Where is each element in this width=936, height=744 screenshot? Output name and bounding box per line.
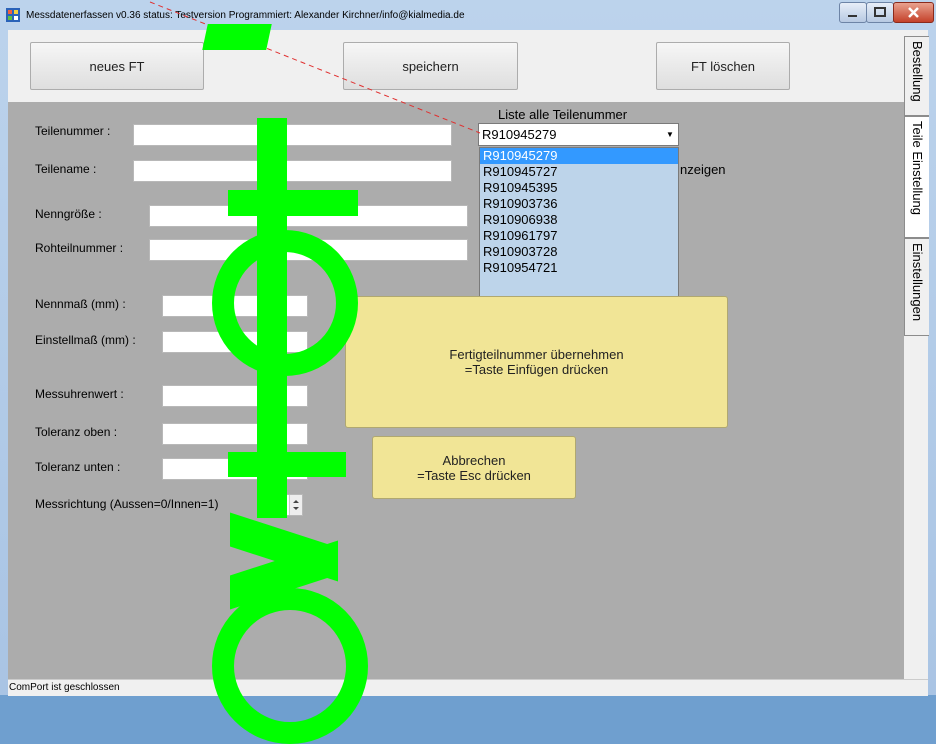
app-window: Messdatenerfassen v0.36 status: Testvers… (0, 0, 936, 744)
dashed-line-overlay (149, 1, 481, 134)
